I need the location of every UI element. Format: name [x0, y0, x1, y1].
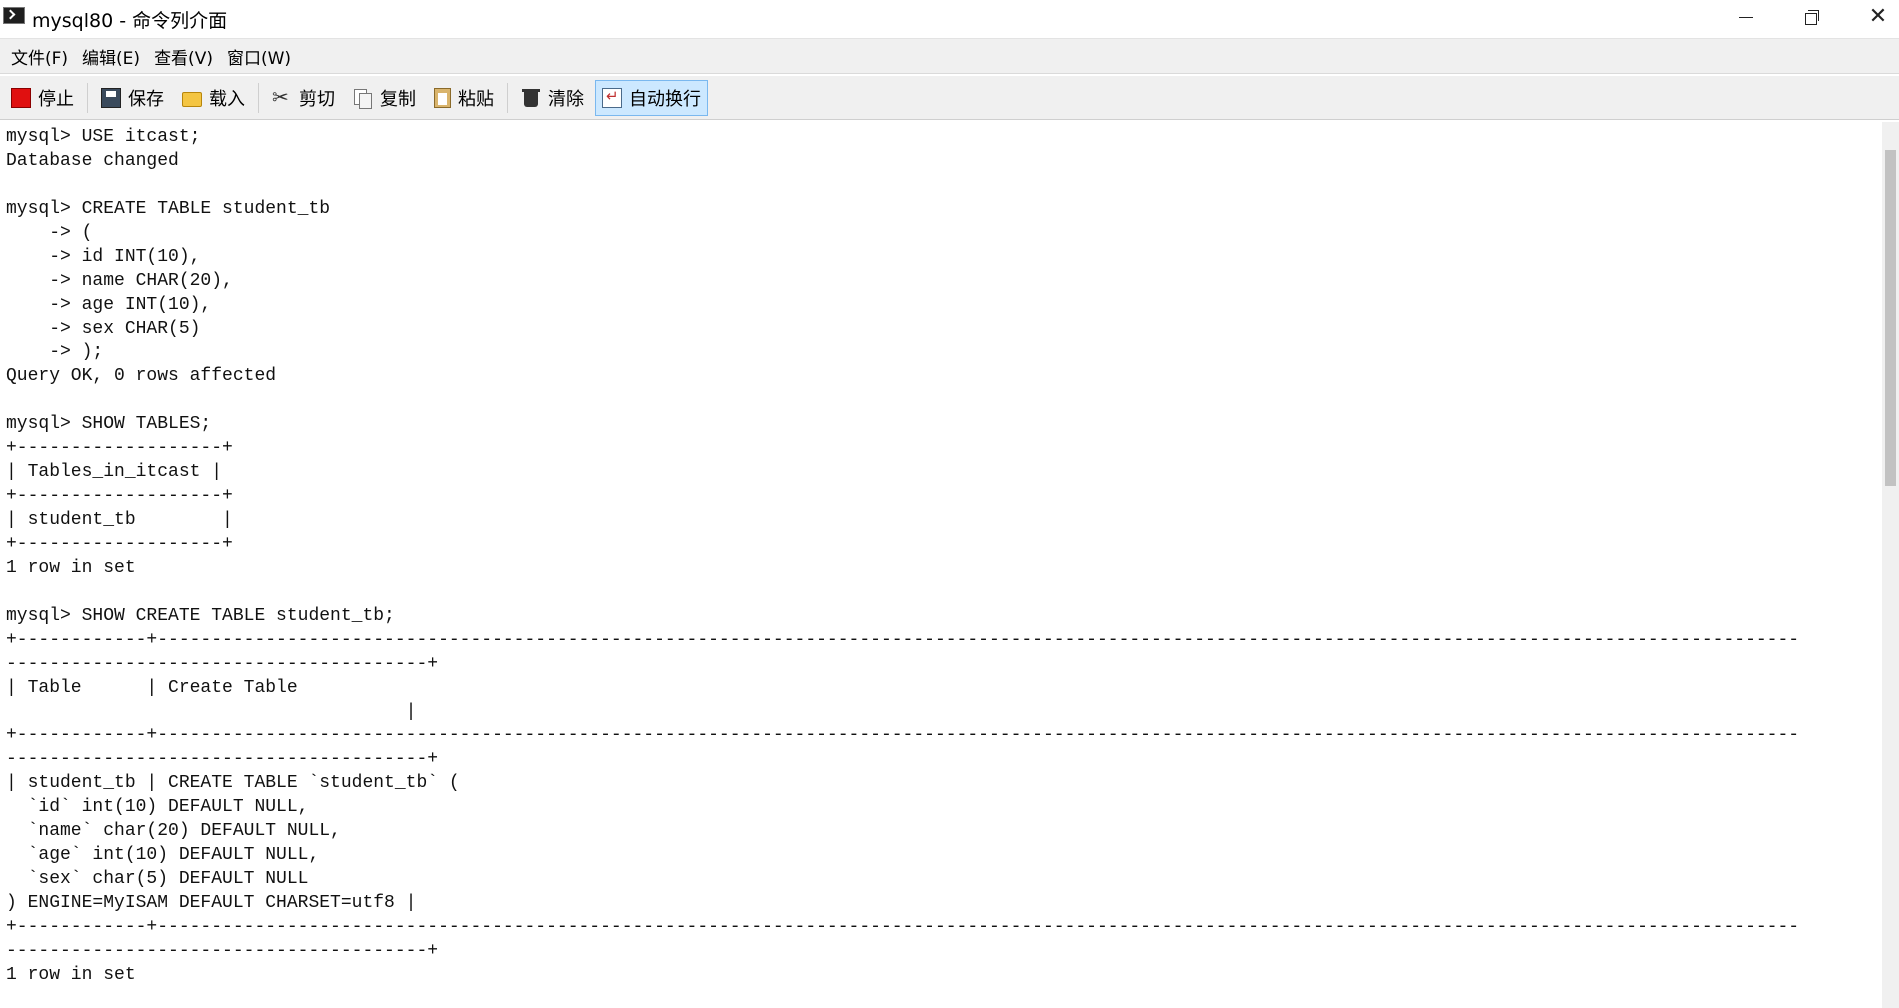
- trash-icon: [521, 88, 541, 108]
- console-line: mysql> SHOW CREATE TABLE student_tb;: [6, 605, 395, 626]
- console-line: 1 row in set: [6, 964, 136, 985]
- clear-button[interactable]: 清除: [514, 80, 591, 116]
- console-line: mysql> USE itcast;: [6, 127, 201, 147]
- console-line: Database changed: [6, 150, 179, 171]
- save-icon: [101, 87, 121, 108]
- load-button[interactable]: 载入: [175, 80, 252, 116]
- toolbar-separator: [258, 82, 259, 113]
- console-line: 1 row in set: [6, 557, 136, 578]
- menu-view[interactable]: 查看(V): [147, 44, 220, 69]
- paste-button[interactable]: 粘贴: [427, 80, 501, 116]
- console-line: | student_tb |: [6, 510, 233, 530]
- copy-button[interactable]: 复制: [346, 80, 423, 116]
- scrollbar-thumb[interactable]: [1885, 150, 1896, 486]
- minimize-icon: [1739, 16, 1753, 18]
- console-output[interactable]: mysql> USE itcast; Database changed mysql>…: [0, 122, 1880, 1008]
- console-line: -> (: [6, 222, 93, 243]
- stop-icon: [11, 87, 31, 108]
- console-line: +------------+--------------------------…: [6, 725, 1800, 746]
- title-bar: mysql80 - 命令列介面 ✕: [0, 0, 1899, 34]
- console-line: ---------------------------------------+: [6, 940, 439, 961]
- console-line: `age` int(10) DEFAULT NULL,: [6, 845, 320, 866]
- console-line: mysql> SHOW TABLES;: [6, 414, 212, 435]
- close-button[interactable]: ✕: [1845, 0, 1899, 34]
- console-line: mysql> CREATE TABLE student_tb: [6, 198, 331, 219]
- save-label: 保存: [128, 88, 164, 110]
- console-line: | Table | Create Table: [6, 677, 298, 698]
- console-line: ---------------------------------------+: [6, 653, 439, 674]
- toolbar-separator: [87, 82, 88, 113]
- console-line: +-------------------+: [6, 438, 233, 459]
- copy-label: 复制: [380, 88, 416, 110]
- console-line: -> name CHAR(20),: [6, 270, 233, 291]
- restore-button[interactable]: [1779, 0, 1845, 34]
- toolbar-separator: [507, 82, 508, 113]
- console-line: +-------------------+: [6, 533, 233, 554]
- console-line: |: [6, 701, 417, 722]
- clear-label: 清除: [548, 88, 584, 110]
- console-line: +------------+--------------------------…: [6, 916, 1800, 937]
- console-line: -> );: [6, 342, 104, 363]
- console-line: ) ENGINE=MyISAM DEFAULT CHARSET=utf8 |: [6, 893, 417, 913]
- word-wrap-icon: [602, 87, 622, 108]
- menu-window[interactable]: 窗口(W): [220, 44, 298, 69]
- console-line: Query OK, 0 rows affected: [6, 366, 277, 387]
- toolbar: 停止 保存 载入 剪切 复制 粘贴 清除 自动换行: [0, 76, 1899, 120]
- minimize-button[interactable]: [1713, 0, 1779, 34]
- console-line: +-------------------+: [6, 486, 233, 507]
- console-line: -> id INT(10),: [6, 246, 201, 267]
- paste-icon: [434, 87, 451, 108]
- copy-icon: [353, 88, 373, 109]
- console-line: ---------------------------------------+: [6, 749, 439, 770]
- menu-bar: 文件(F) 编辑(E) 查看(V) 窗口(W): [0, 38, 1899, 74]
- terminal-icon: [3, 7, 25, 24]
- console-line: `id` int(10) DEFAULT NULL,: [6, 797, 309, 818]
- stop-button[interactable]: 停止: [4, 80, 81, 116]
- console-line: +------------+--------------------------…: [6, 629, 1800, 650]
- menu-edit[interactable]: 编辑(E): [75, 44, 147, 69]
- folder-icon: [182, 92, 202, 107]
- window-title: mysql80 - 命令列介面: [32, 10, 228, 32]
- console-line: `sex` char(5) DEFAULT NULL: [6, 869, 309, 890]
- close-icon: ✕: [1868, 4, 1888, 29]
- menu-file[interactable]: 文件(F): [4, 44, 75, 69]
- stop-label: 停止: [38, 88, 74, 110]
- paste-label: 粘贴: [458, 88, 494, 110]
- word-wrap-toggle[interactable]: 自动换行: [595, 79, 708, 116]
- vertical-scrollbar[interactable]: [1882, 122, 1899, 1008]
- console-line: | Tables_in_itcast |: [6, 462, 223, 483]
- console-line: | student_tb | CREATE TABLE `student_tb`…: [6, 773, 460, 794]
- cut-button[interactable]: 剪切: [265, 80, 342, 116]
- console-line: -> age INT(10),: [6, 294, 212, 315]
- console-line: -> sex CHAR(5): [6, 318, 201, 339]
- restore-icon: [1805, 10, 1819, 25]
- console-text: mysql> USE itcast; Database changed mysql>…: [0, 122, 1880, 988]
- save-button[interactable]: 保存: [94, 80, 171, 116]
- load-label: 载入: [209, 88, 245, 110]
- scissors-icon: [272, 85, 292, 109]
- cut-label: 剪切: [299, 88, 335, 110]
- word-wrap-label: 自动换行: [629, 88, 701, 110]
- console-line: `name` char(20) DEFAULT NULL,: [6, 821, 341, 842]
